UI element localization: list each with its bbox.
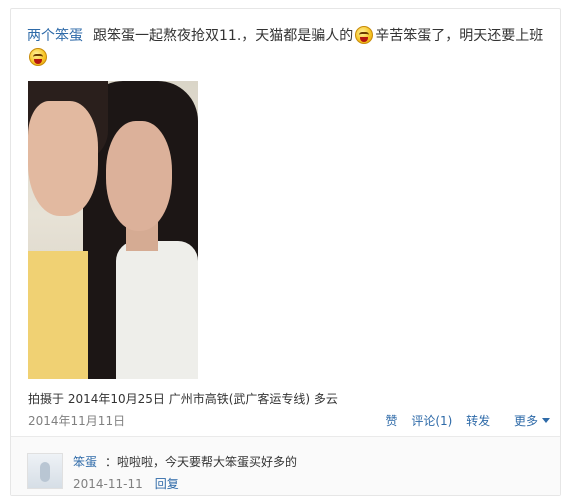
comment-button[interactable]: 评论(1) [411,414,452,428]
comment-date: 2014-11-11 [73,477,143,491]
repost-button[interactable]: 转发 [466,414,490,428]
shocked-face-emoji-icon [355,26,374,44]
post-text-part1: 跟笨蛋一起熬夜抢双11.，天猫都是骗人的 [93,28,354,44]
post-photo[interactable] [28,81,198,379]
reply-link[interactable]: 回复 [155,477,179,491]
comment-text: ：啦啦啦，今天要帮大笨蛋买好多的 [105,455,298,469]
chevron-down-icon [542,418,550,423]
post-author-link[interactable]: 两个笨蛋 [27,28,83,44]
more-button[interactable]: 更多 [504,414,550,428]
commenter-avatar[interactable] [27,453,63,489]
post-text-part2: 辛苦笨蛋了，明天还要上班 [375,28,544,44]
post-actions: 赞 评论(1) 转发 更多 [375,412,550,429]
comment-line: 笨蛋 ：啦啦啦，今天要帮大笨蛋买好多的 [73,453,297,470]
photo-location-line: 拍摄于 2014年10月25日 广州市高铁(武广客运专线) 多云 [28,392,338,406]
commenter-name-link[interactable]: 笨蛋 [73,455,97,469]
post-card: 两个笨蛋 跟笨蛋一起熬夜抢双11.，天猫都是骗人的 辛苦笨蛋了，明天还要上班 拍摄于… [10,8,561,496]
comment-meta: 2014-11-11 回复 [73,475,179,492]
shocked-face-emoji-icon [29,48,47,66]
post-meta-row: 2014年11月11日 赞 评论(1) 转发 更多 [28,412,550,430]
post-content: 两个笨蛋 跟笨蛋一起熬夜抢双11.，天猫都是骗人的 辛苦笨蛋了，明天还要上班 [27,25,547,69]
like-button[interactable]: 赞 [385,414,397,428]
post-date: 2014年11月11日 [28,414,126,428]
more-label: 更多 [513,414,538,428]
comment-item: 笨蛋 ：啦啦啦，今天要帮大笨蛋买好多的 2014-11-11 回复 [11,437,560,495]
